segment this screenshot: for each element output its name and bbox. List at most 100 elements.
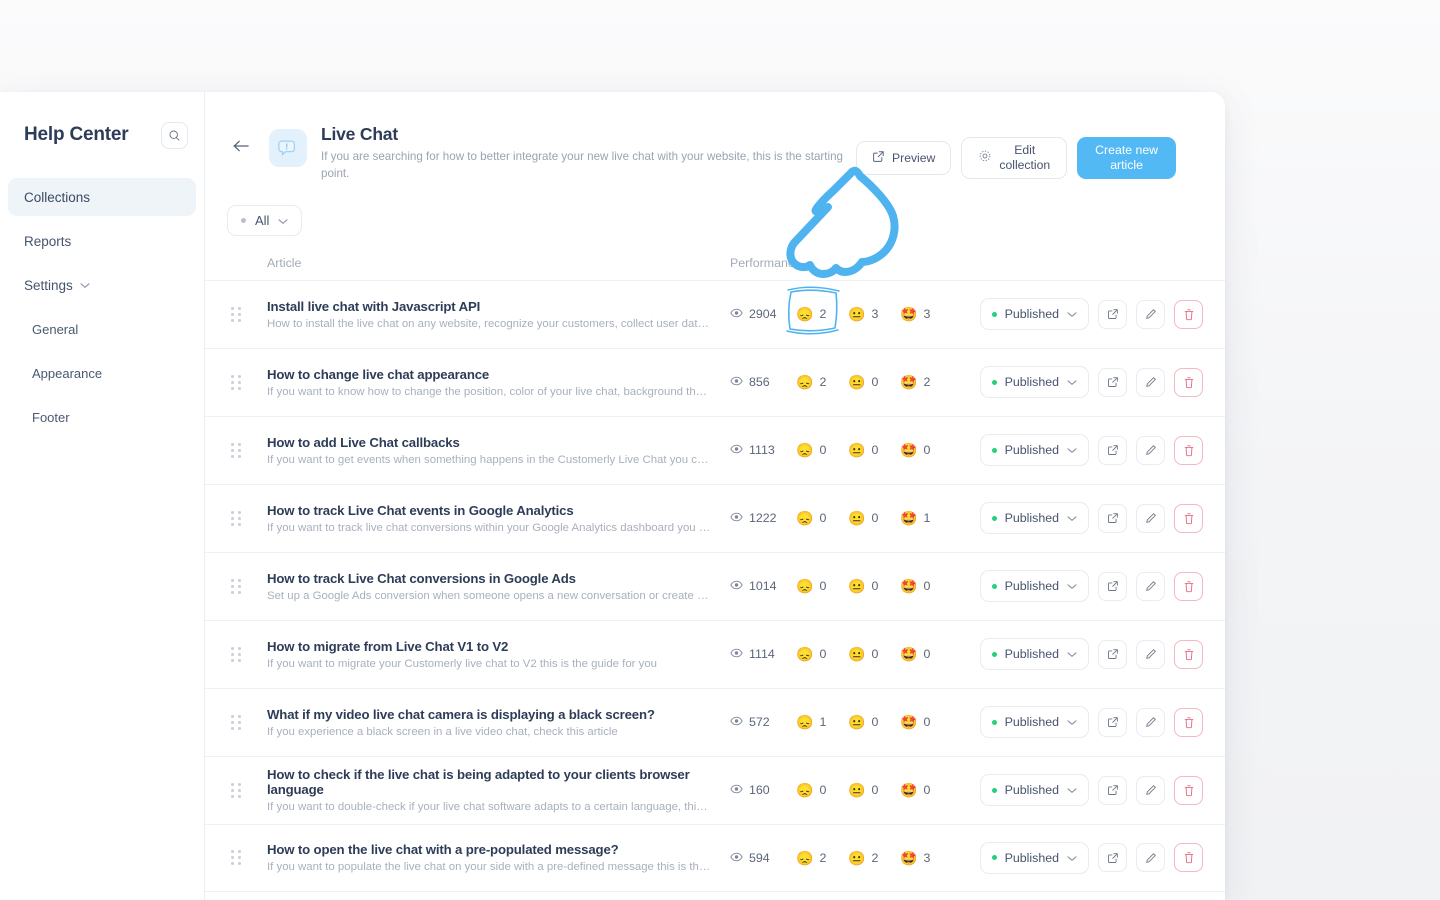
open-article-button[interactable] <box>1098 639 1127 669</box>
article-cell[interactable]: How to open the live chat with a pre-pop… <box>267 842 730 873</box>
reaction-sad[interactable]: 😞 0 <box>796 511 848 525</box>
arrow-left-icon[interactable] <box>227 132 255 160</box>
delete-article-button[interactable] <box>1174 707 1203 737</box>
status-dropdown[interactable]: Published <box>979 570 1089 603</box>
open-article-button[interactable] <box>1098 299 1127 329</box>
table-row[interactable]: How to check if the live chat is being a… <box>205 755 1225 824</box>
reaction-love[interactable]: 🤩 0 <box>900 579 952 593</box>
table-row[interactable]: How to open the live chat with a pre-pop… <box>205 823 1225 892</box>
drag-handle-icon[interactable] <box>205 374 267 390</box>
reaction-sad[interactable]: 😞 1 <box>796 715 848 729</box>
open-article-button[interactable] <box>1098 571 1127 601</box>
reaction-sad[interactable]: 😞 2 <box>796 375 848 389</box>
delete-article-button[interactable] <box>1174 299 1203 329</box>
reaction-neutral[interactable]: 😐 0 <box>848 647 900 661</box>
edit-article-button[interactable] <box>1136 299 1165 329</box>
edit-article-button[interactable] <box>1136 775 1165 805</box>
edit-collection-button[interactable]: Edit collection <box>961 137 1068 179</box>
drag-handle-icon[interactable] <box>205 306 267 322</box>
status-dropdown[interactable]: Published <box>979 638 1089 671</box>
edit-article-button[interactable] <box>1136 639 1165 669</box>
delete-article-button[interactable] <box>1174 367 1203 397</box>
edit-article-button[interactable] <box>1136 571 1165 601</box>
sidebar-item-general[interactable]: General <box>8 310 196 348</box>
open-article-button[interactable] <box>1098 367 1127 397</box>
open-article-button[interactable] <box>1098 503 1127 533</box>
reaction-sad[interactable]: 😞 0 <box>796 579 848 593</box>
article-cell[interactable]: What if my video live chat camera is dis… <box>267 707 730 738</box>
preview-button[interactable]: Preview <box>856 141 952 175</box>
delete-article-button[interactable] <box>1174 843 1203 873</box>
open-article-button[interactable] <box>1098 843 1127 873</box>
table-row[interactable]: How to migrate from Live Chat V1 to V2 If… <box>205 619 1225 688</box>
table-row[interactable]: How to track Live Chat conversions in Go… <box>205 551 1225 620</box>
status-dropdown[interactable]: Published <box>979 366 1089 399</box>
status-filter-dropdown[interactable]: All <box>227 204 303 236</box>
reaction-love[interactable]: 🤩 3 <box>900 307 952 321</box>
table-row[interactable]: How to add Live Chat callbacks If you wan… <box>205 415 1225 484</box>
drag-handle-icon[interactable] <box>205 850 267 866</box>
delete-article-button[interactable] <box>1174 775 1203 805</box>
article-cell[interactable]: How to add Live Chat callbacks If you wan… <box>267 435 730 466</box>
table-row[interactable]: Install live chat with Javascript API How… <box>205 279 1225 348</box>
create-new-article-button[interactable]: Create new article <box>1077 137 1177 179</box>
reaction-love[interactable]: 🤩 0 <box>900 443 952 457</box>
article-cell[interactable]: How to check if the live chat is being a… <box>267 767 730 813</box>
article-cell[interactable]: How to change live chat appearance If you… <box>267 367 730 398</box>
table-row[interactable]: How to change live chat appearance If you… <box>205 347 1225 416</box>
status-dropdown[interactable]: Published <box>979 841 1089 874</box>
open-article-button[interactable] <box>1098 775 1127 805</box>
reaction-neutral[interactable]: 😐 2 <box>848 851 900 865</box>
reaction-neutral[interactable]: 😐 3 <box>848 307 900 321</box>
open-article-button[interactable] <box>1098 707 1127 737</box>
reaction-love[interactable]: 🤩 3 <box>900 851 952 865</box>
article-cell[interactable]: How to migrate from Live Chat V1 to V2 If… <box>267 639 730 670</box>
article-cell[interactable]: How to track Live Chat events in Google … <box>267 503 730 534</box>
status-dropdown[interactable]: Published <box>979 502 1089 535</box>
edit-article-button[interactable] <box>1136 503 1165 533</box>
reaction-love[interactable]: 🤩 0 <box>900 715 952 729</box>
reaction-love[interactable]: 🤩 0 <box>900 783 952 797</box>
article-cell[interactable]: How to track Live Chat conversions in Go… <box>267 571 730 602</box>
table-row[interactable]: How to track Live Chat events in Google … <box>205 483 1225 552</box>
delete-article-button[interactable] <box>1174 503 1203 533</box>
sidebar-item-footer[interactable]: Footer <box>8 398 196 436</box>
drag-handle-icon[interactable] <box>205 578 267 594</box>
drag-handle-icon[interactable] <box>205 646 267 662</box>
edit-article-button[interactable] <box>1136 367 1165 397</box>
delete-article-button[interactable] <box>1174 435 1203 465</box>
table-row[interactable]: What if my video live chat camera is dis… <box>205 687 1225 756</box>
reaction-sad[interactable]: 😞 0 <box>796 783 848 797</box>
drag-handle-icon[interactable] <box>205 442 267 458</box>
reaction-neutral[interactable]: 😐 0 <box>848 375 900 389</box>
status-dropdown[interactable]: Published <box>979 434 1089 467</box>
reaction-neutral[interactable]: 😐 0 <box>848 443 900 457</box>
status-dropdown[interactable]: Published <box>979 706 1089 739</box>
delete-article-button[interactable] <box>1174 571 1203 601</box>
sidebar-item-settings[interactable]: Settings <box>8 266 196 304</box>
drag-handle-icon[interactable] <box>205 714 267 730</box>
reaction-neutral[interactable]: 😐 0 <box>848 579 900 593</box>
edit-article-button[interactable] <box>1136 707 1165 737</box>
sidebar-item-appearance[interactable]: Appearance <box>8 354 196 392</box>
article-cell[interactable]: Install live chat with Javascript API How… <box>267 299 730 330</box>
status-dropdown[interactable]: Published <box>979 298 1089 331</box>
reaction-love[interactable]: 🤩 0 <box>900 647 952 661</box>
reaction-sad[interactable]: 😞 0 <box>796 443 848 457</box>
drag-handle-icon[interactable] <box>205 510 267 526</box>
reaction-neutral[interactable]: 😐 0 <box>848 715 900 729</box>
reaction-sad[interactable]: 😞 0 <box>796 647 848 661</box>
reaction-love[interactable]: 🤩 1 <box>900 511 952 525</box>
reaction-neutral[interactable]: 😐 0 <box>848 783 900 797</box>
drag-handle-icon[interactable] <box>205 782 267 798</box>
search-icon[interactable] <box>161 121 188 149</box>
sidebar-item-collections[interactable]: Collections <box>8 178 196 216</box>
status-dropdown[interactable]: Published <box>979 774 1089 807</box>
reaction-neutral[interactable]: 😐 0 <box>848 511 900 525</box>
delete-article-button[interactable] <box>1174 639 1203 669</box>
reaction-sad[interactable]: 😞 2 <box>796 307 848 321</box>
sidebar-item-reports[interactable]: Reports <box>8 222 196 260</box>
reaction-sad[interactable]: 😞 2 <box>796 851 848 865</box>
open-article-button[interactable] <box>1098 435 1127 465</box>
edit-article-button[interactable] <box>1136 843 1165 873</box>
